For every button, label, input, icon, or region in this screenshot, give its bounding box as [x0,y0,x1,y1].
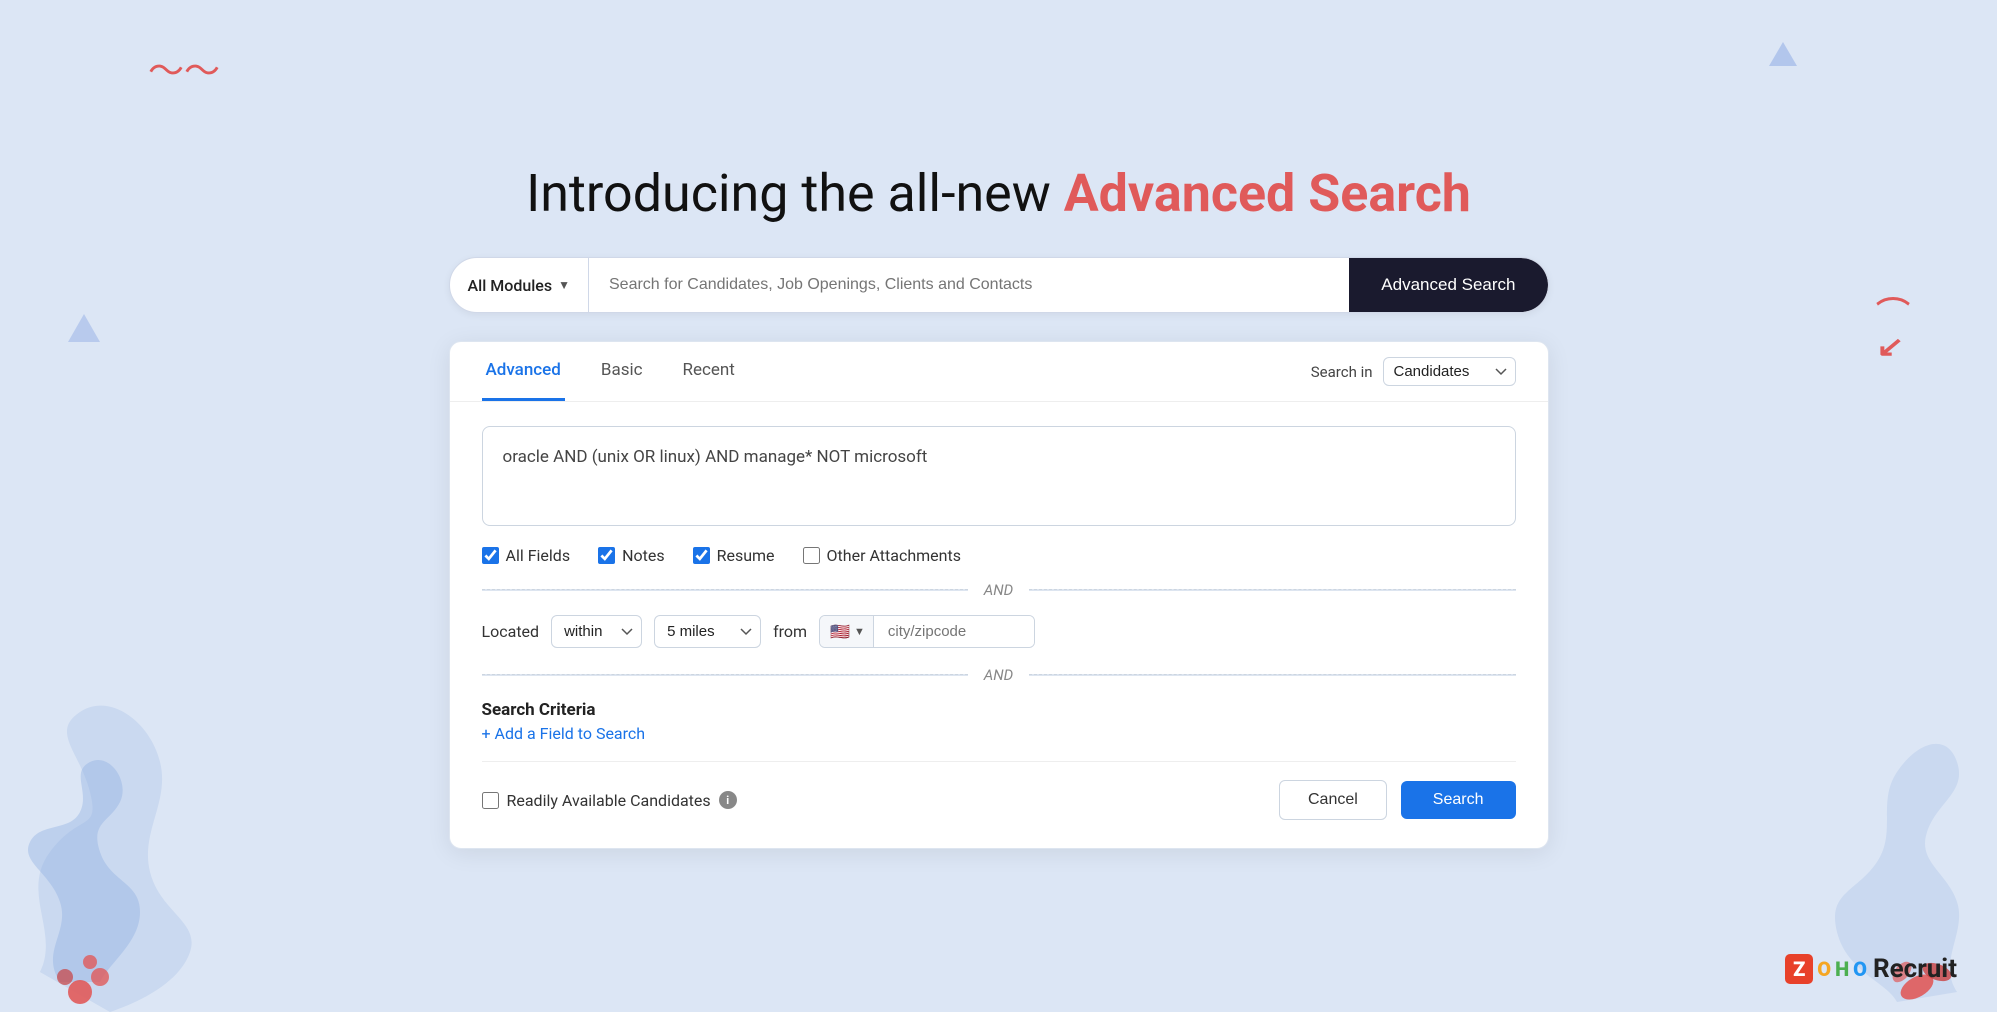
readily-available-checkbox[interactable]: Readily Available Candidates i [482,791,737,810]
checkbox-notes[interactable]: Notes [598,546,665,565]
zoho-z: Z [1785,954,1813,984]
search-in-section: Search in Candidates Job Openings Client… [1311,357,1516,386]
search-in-label: Search in [1311,363,1373,381]
recruit-label: Recruit [1873,954,1957,984]
dialog-body: oracle AND (unix OR linux) AND manage* N… [450,402,1548,848]
add-field-link[interactable]: + Add a Field to Search [482,724,646,743]
flag-section[interactable]: 🇺🇸 ▼ [820,616,874,647]
headline-highlight: Advanced Search [1064,163,1471,224]
triangle-mid-left-decoration [68,310,100,342]
checkbox-all-fields-input[interactable] [482,547,499,564]
main-search-input[interactable] [589,276,1349,294]
search-bar: All Modules ▼ Advanced Search [449,257,1549,313]
tab-recent[interactable]: Recent [679,342,739,401]
checkbox-notes-input[interactable] [598,547,615,564]
search-criteria-title: Search Criteria [482,700,1516,720]
zoho-h: H [1835,957,1849,981]
info-icon[interactable]: i [719,791,737,809]
checkbox-all-fields[interactable]: All Fields [482,546,571,565]
distance-select[interactable]: 5 miles 10 miles 25 miles 50 miles 100 m… [654,615,761,648]
dialog-actions: Cancel Search [1279,780,1516,820]
advanced-search-dialog: Advanced Basic Recent Search in Candidat… [449,341,1549,849]
zoho-recruit-logo: Z O H O Recruit [1785,954,1957,984]
location-row: Located within outside 5 miles 10 miles … [482,615,1516,648]
headline-pre: Introducing the all-new [526,163,1064,224]
zoho-o2: O [1853,957,1867,981]
module-selector[interactable]: All Modules ▼ [450,258,590,312]
blob-left-decoration [0,692,280,1012]
search-fields-checkboxes: All Fields Notes Resume Other Attachment… [482,546,1516,565]
checkbox-resume-input[interactable] [693,547,710,564]
search-in-select[interactable]: Candidates Job Openings Clients Contacts [1383,357,1516,386]
advanced-search-button[interactable]: Advanced Search [1349,258,1547,312]
dialog-divider [482,761,1516,762]
checkbox-resume[interactable]: Resume [693,546,775,565]
checkbox-other-attachments-input[interactable] [803,547,820,564]
city-zipcode-group: 🇺🇸 ▼ [819,615,1035,648]
and-divider-1: AND [482,581,1516,599]
zoho-o1: O [1817,957,1831,981]
and-divider-2: AND [482,666,1516,684]
within-select[interactable]: within outside [551,615,642,648]
location-label: Located [482,622,540,641]
tab-advanced[interactable]: Advanced [482,342,565,401]
main-content: Introducing the all-new Advanced Search … [399,143,1599,869]
flag-emoji: 🇺🇸 [830,622,850,641]
triangle-top-right-decoration [1769,38,1797,66]
module-dropdown-arrow: ▼ [558,278,570,292]
readily-available-input[interactable] [482,792,499,809]
checkbox-other-attachments[interactable]: Other Attachments [803,546,961,565]
readily-available-label: Readily Available Candidates [507,791,711,810]
module-label: All Modules [468,276,553,295]
flag-dropdown-arrow[interactable]: ▼ [854,625,865,638]
cancel-button[interactable]: Cancel [1279,780,1387,820]
dialog-bottom: Readily Available Candidates i Cancel Se… [482,780,1516,820]
squiggle-decoration: 〜〜 [148,42,220,94]
tab-basic[interactable]: Basic [597,342,647,401]
page-headline: Introducing the all-new Advanced Search [526,163,1471,225]
city-zipcode-input[interactable] [874,616,1034,647]
search-criteria-section: Search Criteria + Add a Field to Search [482,700,1516,743]
zigzag-decoration: ⌒↙ [1876,290,1910,363]
from-label: from [773,622,807,641]
search-query-textarea[interactable]: oracle AND (unix OR linux) AND manage* N… [482,426,1516,526]
tabs-header: Advanced Basic Recent Search in Candidat… [450,342,1548,402]
search-button[interactable]: Search [1401,781,1516,819]
